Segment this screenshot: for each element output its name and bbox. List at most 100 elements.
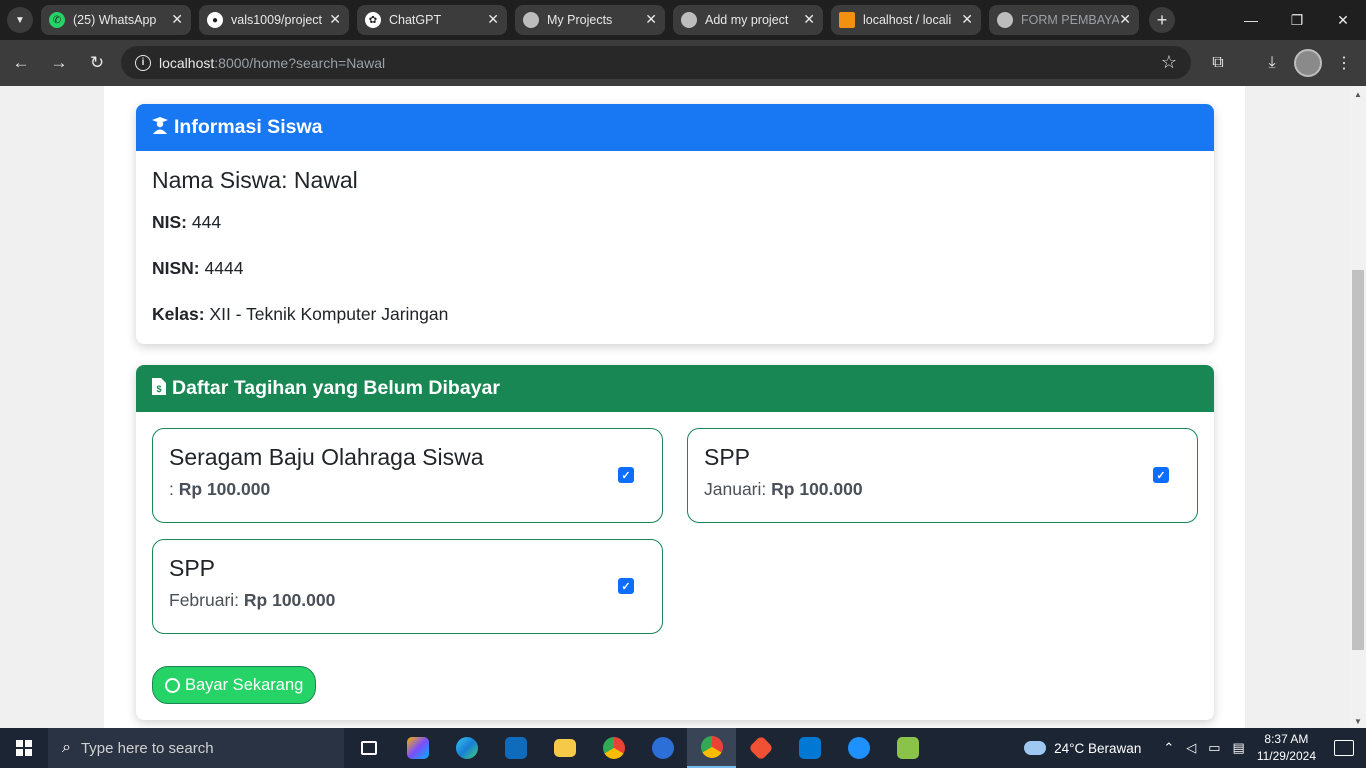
minimize-button[interactable]: — bbox=[1228, 0, 1274, 40]
outlook-icon[interactable] bbox=[491, 728, 540, 768]
tab-chatgpt[interactable]: ✿ ChatGPT ✕ bbox=[357, 5, 507, 35]
unpaid-bills-card: $ Daftar Tagihan yang Belum Dibayar Sera… bbox=[136, 365, 1214, 720]
download-icon[interactable]: ⤓ bbox=[1254, 45, 1290, 81]
close-window-button[interactable]: ✕ bbox=[1320, 0, 1366, 40]
tab-form-pembayaran[interactable]: FORM PEMBAYA ✕ bbox=[989, 5, 1139, 35]
network-icon[interactable]: ▤ bbox=[1233, 740, 1245, 756]
extensions-icon[interactable]: ⧉ bbox=[1200, 45, 1236, 81]
nis-row: NIS: 444 bbox=[152, 212, 222, 232]
tab-label: localhost / locali bbox=[863, 13, 952, 27]
copilot-icon[interactable] bbox=[393, 728, 442, 768]
pay-now-button[interactable]: Bayar Sekarang bbox=[152, 666, 317, 704]
clock[interactable]: 8:37 AM 11/29/2024 bbox=[1257, 731, 1316, 765]
student-info-header: Informasi Siswa bbox=[136, 104, 1214, 151]
address-bar[interactable]: i localhost:8000/home?search=Nawal ☆ bbox=[121, 46, 1191, 79]
tab-github[interactable]: ● vals1009/project ✕ bbox=[199, 5, 349, 35]
chevron-up-icon[interactable]: ⌃ bbox=[1163, 740, 1174, 756]
kelas-row: Kelas: XII - Teknik Komputer Jaringan bbox=[152, 304, 449, 324]
windows-taskbar: ⌕ Type here to search 24°C Berawan ⌃ ◁ ▭… bbox=[0, 728, 1366, 768]
site-info-icon[interactable]: i bbox=[135, 54, 151, 71]
student-info-card: Informasi Siswa Nama Siswa: Nawal NIS: 4… bbox=[136, 104, 1214, 344]
whatsapp-icon: ✆ bbox=[49, 12, 65, 28]
vscode-icon[interactable] bbox=[785, 728, 834, 768]
xampp-icon[interactable] bbox=[883, 728, 932, 768]
bill-amount-line: Februari: Rp 100.000 bbox=[169, 590, 336, 610]
start-button[interactable] bbox=[0, 728, 48, 768]
forward-button[interactable]: → bbox=[42, 46, 76, 80]
clock-date: 11/29/2024 bbox=[1256, 749, 1316, 763]
globe-icon bbox=[997, 12, 1013, 28]
task-view-icon[interactable] bbox=[344, 728, 393, 768]
close-icon[interactable]: ✕ bbox=[171, 11, 183, 28]
clock-time: 8:37 AM bbox=[1264, 732, 1309, 746]
student-info-body: Nama Siswa: Nawal NIS: 444 NISN: 4444 Ke… bbox=[136, 151, 1214, 344]
tab-label: FORM PEMBAYA bbox=[1021, 13, 1119, 27]
bill-checkbox[interactable]: ✓ bbox=[618, 578, 634, 594]
chrome-icon[interactable] bbox=[589, 728, 638, 768]
bookmark-star-icon[interactable]: ☆ bbox=[1161, 52, 1177, 73]
volume-icon[interactable]: ◁ bbox=[1186, 740, 1196, 756]
close-icon[interactable]: ✕ bbox=[803, 11, 815, 28]
weather-text: 24°C Berawan bbox=[1054, 740, 1142, 756]
edge-icon[interactable] bbox=[442, 728, 491, 768]
close-icon[interactable]: ✕ bbox=[961, 11, 973, 28]
whatsapp-icon bbox=[165, 677, 180, 693]
kelas-value: XII - Teknik Komputer Jaringan bbox=[209, 304, 449, 324]
close-icon[interactable]: ✕ bbox=[645, 11, 657, 28]
tab-label: My Projects bbox=[547, 13, 613, 27]
battery-icon[interactable]: ▭ bbox=[1208, 740, 1220, 756]
notification-icon[interactable] bbox=[1334, 740, 1354, 756]
close-icon[interactable]: ✕ bbox=[487, 11, 499, 28]
bill-amount-line: Januari: Rp 100.000 bbox=[704, 479, 863, 499]
git-icon[interactable] bbox=[736, 728, 785, 768]
bill-amount: Rp 100.000 bbox=[178, 479, 271, 499]
tab-label: ChatGPT bbox=[389, 13, 442, 27]
avatar bbox=[1294, 49, 1322, 77]
url-text[interactable]: localhost:8000/home?search=Nawal bbox=[159, 55, 385, 71]
scroll-up-icon[interactable]: ▲ bbox=[1354, 90, 1362, 99]
tab-add-project[interactable]: Add my project ✕ bbox=[673, 5, 823, 35]
menu-kebab-icon[interactable]: ⋮ bbox=[1326, 45, 1362, 81]
nisn-row: NISN: 4444 bbox=[152, 258, 244, 278]
bill-title: SPP bbox=[704, 444, 751, 470]
student-info-title: Informasi Siswa bbox=[174, 116, 323, 138]
pay-now-label: Bayar Sekarang bbox=[185, 675, 304, 694]
page-container: Informasi Siswa Nama Siswa: Nawal NIS: 4… bbox=[104, 86, 1245, 728]
toolbar-right: ⧉ ⤓ ⋮ bbox=[1200, 40, 1366, 86]
file-explorer-icon[interactable] bbox=[540, 728, 589, 768]
close-icon[interactable]: ✕ bbox=[329, 11, 341, 28]
bill-checkbox[interactable]: ✓ bbox=[1153, 467, 1169, 483]
github-icon: ● bbox=[207, 12, 223, 28]
close-icon[interactable]: ✕ bbox=[1119, 11, 1131, 28]
unpaid-bills-title: Daftar Tagihan yang Belum Dibayar bbox=[172, 377, 500, 399]
search-icon: ⌕ bbox=[62, 739, 71, 756]
tab-label: Add my project bbox=[705, 13, 789, 27]
window-controls: — ❐ ✕ bbox=[1228, 0, 1366, 40]
scroll-thumb[interactable] bbox=[1352, 270, 1364, 650]
chrome-active-icon[interactable] bbox=[687, 728, 736, 768]
tab-search-button[interactable]: ▼ bbox=[7, 7, 33, 33]
taskbar-search[interactable]: ⌕ Type here to search bbox=[48, 728, 344, 768]
bill-checkbox[interactable]: ✓ bbox=[618, 467, 634, 483]
bill-amount: Rp 100.000 bbox=[243, 590, 336, 610]
reload-button[interactable]: ↻ bbox=[80, 46, 114, 80]
tab-phpmyadmin[interactable]: localhost / locali ✕ bbox=[831, 5, 981, 35]
page-scrollbar[interactable]: ▲ ▼ bbox=[1350, 86, 1366, 728]
new-tab-button[interactable]: + bbox=[1149, 7, 1175, 33]
app-icon[interactable] bbox=[834, 728, 883, 768]
browser-tabstrip: ▼ ✆ (25) WhatsApp ✕ ● vals1009/project ✕… bbox=[0, 0, 1366, 40]
bill-title: SPP bbox=[169, 555, 216, 581]
scroll-down-icon[interactable]: ▼ bbox=[1354, 717, 1362, 726]
svg-text:$: $ bbox=[156, 384, 161, 394]
profile-avatar[interactable] bbox=[1290, 45, 1326, 81]
tab-label: (25) WhatsApp bbox=[73, 13, 157, 27]
weather-widget[interactable]: 24°C Berawan bbox=[1024, 741, 1141, 756]
bill-item[interactable]: Seragam Baju Olahraga Siswa : Rp 100.000… bbox=[152, 428, 663, 523]
tab-my-projects[interactable]: My Projects ✕ bbox=[515, 5, 665, 35]
bill-item[interactable]: SPP Februari: Rp 100.000 ✓ bbox=[152, 539, 663, 634]
restore-button[interactable]: ❐ bbox=[1274, 0, 1320, 40]
bill-item[interactable]: SPP Januari: Rp 100.000 ✓ bbox=[687, 428, 1198, 523]
edge-dev-icon[interactable] bbox=[638, 728, 687, 768]
back-button[interactable]: ← bbox=[4, 46, 38, 80]
tab-whatsapp[interactable]: ✆ (25) WhatsApp ✕ bbox=[41, 5, 191, 35]
